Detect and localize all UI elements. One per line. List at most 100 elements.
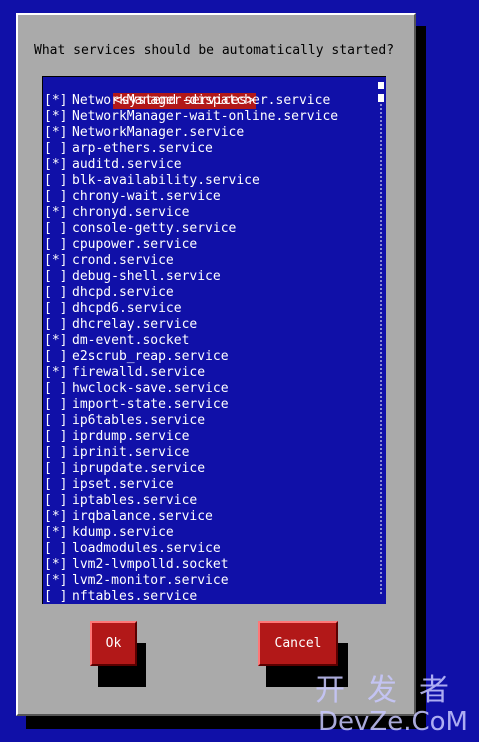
service-checkbox[interactable]: [*] <box>44 525 72 541</box>
service-row[interactable]: [*] NetworkManager-wait-online.service <box>44 109 338 125</box>
service-row[interactable]: [*] dm-event.socket <box>44 333 338 349</box>
service-row[interactable]: [ ] nftables.service <box>44 589 338 605</box>
ok-button[interactable]: Ok <box>90 621 137 666</box>
service-name: auditd.service <box>72 157 182 172</box>
service-row[interactable]: [ ] hwclock-save.service <box>44 381 338 397</box>
service-row[interactable]: [*] irqbalance.service <box>44 509 338 525</box>
service-name: dhcpd.service <box>72 285 174 300</box>
service-row[interactable]: [ ] console-getty.service <box>44 221 338 237</box>
service-row[interactable]: [ ] iprdump.service <box>44 429 338 445</box>
service-checkbox[interactable]: [ ] <box>44 237 72 253</box>
list-header-row: <systemd services> <box>44 77 338 109</box>
watermark-en: DevZe.CoM <box>318 707 468 737</box>
service-checkbox[interactable]: [ ] <box>44 589 72 605</box>
service-row[interactable]: [ ] ip6tables.service <box>44 413 338 429</box>
service-row[interactable]: [ ] blk-availability.service <box>44 173 338 189</box>
service-name: arp-ethers.service <box>72 141 213 156</box>
service-row[interactable]: [ ] loadmodules.service <box>44 541 338 557</box>
service-checkbox[interactable]: [*] <box>44 109 72 125</box>
service-name: chrony-wait.service <box>72 189 221 204</box>
service-name: lvm2-monitor.service <box>72 573 229 588</box>
service-row[interactable]: [ ] e2scrub_reap.service <box>44 349 338 365</box>
service-row[interactable]: [ ] iprupdate.service <box>44 461 338 477</box>
service-name: console-getty.service <box>72 221 237 236</box>
service-checkbox[interactable]: [ ] <box>44 381 72 397</box>
service-name: blk-availability.service <box>72 173 260 188</box>
service-row[interactable]: [ ] dhcrelay.service <box>44 317 338 333</box>
service-row[interactable]: [ ] cpupower.service <box>44 237 338 253</box>
service-checkbox[interactable]: [ ] <box>44 317 72 333</box>
service-checkbox[interactable]: [*] <box>44 573 72 589</box>
service-row[interactable]: [*] lvm2-monitor.service <box>44 573 338 589</box>
service-name: ipset.service <box>72 477 174 492</box>
service-row[interactable]: [*] crond.service <box>44 253 338 269</box>
service-name: cpupower.service <box>72 237 198 252</box>
service-row[interactable]: [*] NetworkManager-dispatcher.service <box>44 93 338 109</box>
service-checkbox[interactable]: [*] <box>44 93 72 109</box>
service-row[interactable]: [*] NetworkManager.service <box>44 125 338 141</box>
service-checkbox[interactable]: [ ] <box>44 445 72 461</box>
service-checkbox[interactable]: [ ] <box>44 397 72 413</box>
service-row[interactable]: [ ] dhcpd6.service <box>44 301 338 317</box>
service-checkbox[interactable]: [ ] <box>44 285 72 301</box>
service-checkbox[interactable]: [*] <box>44 509 72 525</box>
service-name: import-state.service <box>72 397 229 412</box>
site-watermark: 开发者 DevZe.CoM <box>315 673 471 737</box>
service-checkbox[interactable]: [*] <box>44 125 72 141</box>
service-checkbox[interactable]: [*] <box>44 365 72 381</box>
service-checkbox[interactable]: [ ] <box>44 349 72 365</box>
service-row[interactable]: [*] kdump.service <box>44 525 338 541</box>
service-checkbox[interactable]: [ ] <box>44 221 72 237</box>
service-checkbox[interactable]: [ ] <box>44 141 72 157</box>
service-name: iptables.service <box>72 493 198 508</box>
service-row[interactable]: [ ] chrony-wait.service <box>44 189 338 205</box>
service-checkbox[interactable]: [*] <box>44 557 72 573</box>
service-checkbox[interactable]: [*] <box>44 157 72 173</box>
service-name: NetworkManager-wait-online.service <box>72 109 339 124</box>
service-row[interactable]: [*] firewalld.service <box>44 365 338 381</box>
service-name: firewalld.service <box>72 365 206 380</box>
service-name: dhcpd6.service <box>72 301 182 316</box>
cancel-button[interactable]: Cancel <box>258 621 338 666</box>
service-row[interactable]: [*] lvm2-lvmpolld.socket <box>44 557 338 573</box>
service-name: NetworkManager-dispatcher.service <box>72 93 331 108</box>
service-checkbox[interactable]: [ ] <box>44 173 72 189</box>
service-row[interactable]: [ ] iptables.service <box>44 493 338 509</box>
service-name: ip6tables.service <box>72 413 206 428</box>
service-checkbox[interactable]: [ ] <box>44 493 72 509</box>
service-checkbox[interactable]: [ ] <box>44 429 72 445</box>
service-name: nftables.service <box>72 589 198 604</box>
service-name: NetworkManager.service <box>72 125 245 140</box>
service-row[interactable]: [*] auditd.service <box>44 157 338 173</box>
service-name: dhcrelay.service <box>72 317 198 332</box>
list-scrollbar[interactable] <box>378 80 384 600</box>
service-row[interactable]: [ ] iprinit.service <box>44 445 338 461</box>
scroll-up-arrow-icon[interactable] <box>378 82 384 89</box>
service-row[interactable]: [ ] arp-ethers.service <box>44 141 338 157</box>
service-row[interactable]: [ ] ipset.service <box>44 477 338 493</box>
service-checkbox[interactable]: [ ] <box>44 413 72 429</box>
service-name: kdump.service <box>72 525 174 540</box>
watermark-cn: 开发者 <box>315 673 471 708</box>
service-name: chronyd.service <box>72 205 190 220</box>
services-list[interactable]: <systemd services> [*] NetworkManager-dis… <box>42 76 386 604</box>
service-checkbox[interactable]: [ ] <box>44 541 72 557</box>
service-checkbox[interactable]: [ ] <box>44 477 72 493</box>
service-name: dm-event.socket <box>72 333 190 348</box>
service-checkbox[interactable]: [*] <box>44 333 72 349</box>
service-checkbox[interactable]: [ ] <box>44 269 72 285</box>
service-checkbox[interactable]: [*] <box>44 205 72 221</box>
service-checkbox[interactable]: [ ] <box>44 301 72 317</box>
service-checkbox[interactable]: [ ] <box>44 189 72 205</box>
service-row[interactable]: [ ] dhcpd.service <box>44 285 338 301</box>
service-row[interactable]: [ ] debug-shell.service <box>44 269 338 285</box>
service-row[interactable]: [ ] import-state.service <box>44 397 338 413</box>
scroll-thumb[interactable] <box>378 94 384 102</box>
service-name: iprdump.service <box>72 429 190 444</box>
scroll-track[interactable] <box>380 104 382 594</box>
service-row[interactable]: [*] chronyd.service <box>44 205 338 221</box>
service-checkbox[interactable]: [*] <box>44 253 72 269</box>
dialog-prompt: What services should be automatically st… <box>34 43 395 58</box>
service-checkbox[interactable]: [ ] <box>44 461 72 477</box>
service-name: hwclock-save.service <box>72 381 229 396</box>
